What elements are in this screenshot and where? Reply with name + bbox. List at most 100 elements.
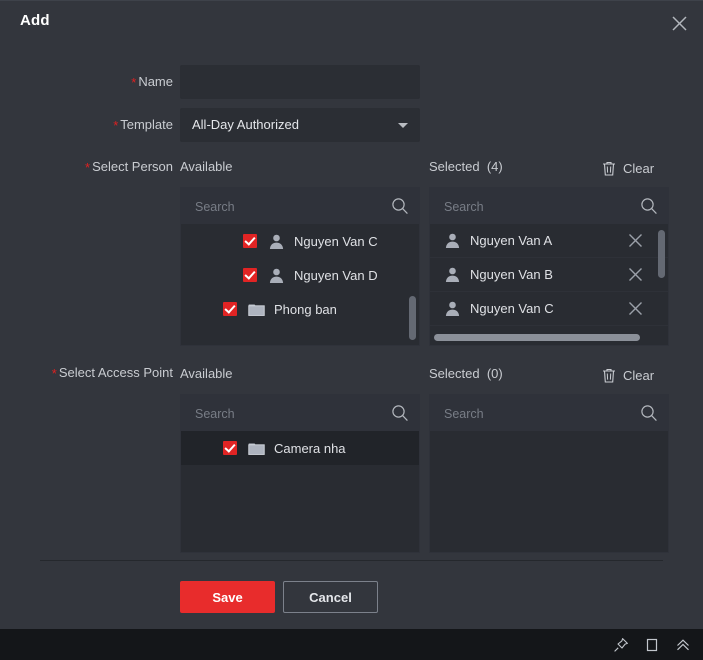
person-selected-search-input[interactable] (442, 188, 632, 226)
ap-available-header: Available (180, 366, 233, 381)
search-icon[interactable] (391, 197, 409, 215)
template-selected-value: All-Day Authorized (192, 117, 299, 132)
selected-row: Nguyen Van B (430, 258, 668, 292)
person-available-search-input[interactable] (193, 188, 383, 226)
template-select[interactable]: All-Day Authorized (180, 108, 420, 142)
person-selected-header-text: Selected (429, 159, 480, 174)
maximize-icon (646, 638, 658, 652)
row-checkbox[interactable] (243, 234, 257, 248)
row-label: Nguyen Van C (294, 233, 378, 249)
ap-available-search-row (181, 395, 419, 433)
dialog-title: Add (20, 12, 50, 29)
folder-icon (248, 442, 265, 455)
selected-row: Nguyen Van C (430, 292, 668, 326)
template-label-text: Template (120, 117, 173, 132)
select-person-label-text: Select Person (92, 159, 173, 174)
ap-clear-button[interactable]: Clear (602, 365, 654, 385)
person-available-vscrollbar[interactable] (409, 296, 416, 340)
ap-available-panel: Camera nha (180, 394, 420, 553)
remove-button[interactable] (627, 266, 644, 283)
remove-button[interactable] (627, 232, 644, 249)
person-selected-header: Selected (4) (429, 159, 503, 174)
row-icon (248, 301, 265, 318)
select-access-point-label: * Select Access Point (20, 365, 173, 381)
pin-button[interactable] (611, 635, 631, 655)
trash-icon (603, 161, 615, 176)
required-star: * (85, 160, 91, 175)
close-icon (629, 302, 642, 315)
row-checkbox[interactable] (243, 268, 257, 282)
ap-available-search-input[interactable] (193, 395, 383, 433)
required-star: * (51, 366, 57, 381)
save-button[interactable]: Save (180, 581, 275, 613)
cancel-button[interactable]: Cancel (283, 581, 378, 613)
template-label: * Template (20, 117, 173, 133)
name-label: * Name (20, 74, 173, 90)
person-icon (269, 268, 284, 283)
tree-row[interactable]: Phong ban (181, 292, 419, 326)
person-available-search-row (181, 188, 419, 226)
row-checkbox[interactable] (223, 302, 237, 316)
search-icon[interactable] (391, 404, 409, 422)
ap-selected-search-row (430, 395, 668, 433)
person-selected-list[interactable]: Nguyen Van A Nguyen Van B Nguyen Van C (430, 224, 668, 345)
person-icon (445, 233, 460, 248)
add-dialog: Add * Name * Template All-Day Authorized *… (0, 0, 703, 628)
row-label: Nguyen Van D (294, 267, 378, 283)
collapse-button[interactable] (673, 635, 693, 655)
person-icon (445, 301, 460, 316)
row-label: Camera nha (274, 440, 346, 456)
row-icon (268, 267, 285, 284)
close-button[interactable] (663, 7, 695, 39)
selected-row: Nguyen Van A (430, 224, 668, 258)
taskbar (0, 628, 703, 660)
name-input[interactable] (180, 65, 420, 99)
required-star: * (131, 75, 137, 90)
tree-row[interactable]: Nguyen Van C (181, 224, 419, 258)
close-icon (629, 234, 642, 247)
maximize-button[interactable] (642, 635, 662, 655)
ap-available-list[interactable]: Camera nha (181, 431, 419, 552)
tree-row[interactable]: Nguyen Van D (181, 258, 419, 292)
ap-clear-label: Clear (623, 367, 655, 383)
row-label: Nguyen Van B (470, 267, 553, 282)
person-clear-button[interactable]: Clear (602, 158, 654, 178)
trash-icon (603, 368, 615, 383)
row-icon (444, 266, 461, 283)
person-selected-vscrollbar[interactable] (658, 230, 665, 278)
footer-divider (40, 560, 663, 561)
row-icon (268, 233, 285, 250)
person-available-panel: Nguyen Van C Nguyen Van D Phong ban (180, 187, 420, 346)
row-icon (444, 300, 461, 317)
select-access-point-label-text: Select Access Point (58, 365, 173, 380)
row-label: Phong ban (274, 301, 337, 317)
close-icon (671, 15, 687, 31)
person-available-list[interactable]: Nguyen Van C Nguyen Van D Phong ban (181, 224, 419, 345)
ap-selected-header: Selected (0) (429, 366, 503, 381)
person-selected-hscrollbar[interactable] (434, 334, 640, 341)
person-selected-count: (4) (486, 159, 503, 174)
remove-button[interactable] (627, 300, 644, 317)
search-icon[interactable] (640, 197, 658, 215)
close-icon (629, 268, 642, 281)
ap-selected-list[interactable] (430, 431, 668, 552)
dialog-titlebar: Add (0, 1, 703, 45)
row-icon (444, 232, 461, 249)
chevron-double-up-icon (677, 639, 689, 651)
name-label-text: Name (138, 74, 173, 89)
person-selected-panel: Nguyen Van A Nguyen Van B Nguyen Van C (429, 187, 669, 346)
folder-icon (248, 303, 265, 316)
ap-selected-search-input[interactable] (442, 395, 632, 433)
ap-selected-header-text: Selected (429, 366, 480, 381)
search-icon[interactable] (640, 404, 658, 422)
ap-selected-panel (429, 394, 669, 553)
select-person-label: * Select Person (20, 159, 173, 175)
ap-selected-count: (0) (486, 366, 503, 381)
row-label: Nguyen Van A (470, 233, 553, 248)
required-star: * (113, 118, 119, 133)
person-icon (445, 267, 460, 282)
person-available-header: Available (180, 159, 233, 174)
tree-row[interactable]: Camera nha (181, 431, 419, 465)
pin-icon (614, 638, 628, 652)
row-checkbox[interactable] (223, 441, 237, 455)
